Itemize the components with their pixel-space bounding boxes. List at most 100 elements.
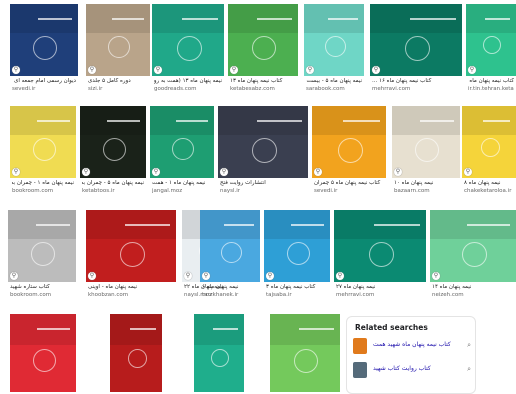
image-result[interactable]: [10, 314, 76, 392]
result-caption: نیمه پنهان ماه ۱۳ (همت به روایت همسر): [154, 78, 222, 84]
save-icon[interactable]: ⚲: [88, 66, 96, 74]
cover-title-mark: [328, 18, 358, 20]
save-icon[interactable]: ⚲: [82, 168, 90, 176]
save-icon[interactable]: ⚲: [10, 272, 18, 280]
save-icon[interactable]: ⚲: [202, 272, 210, 280]
cover-emblem: [31, 242, 55, 266]
save-icon[interactable]: ⚲: [432, 272, 440, 280]
save-icon[interactable]: ⚲: [306, 66, 314, 74]
image-result[interactable]: ⚲ دیوان رسمی امام جمعه ای ... sevedi.ir: [10, 4, 78, 100]
cover-emblem: [172, 138, 194, 160]
result-source: naysl.ir: [220, 188, 241, 194]
image-result[interactable]: ⚲ کتاب ستاره شهید bookroom.com: [8, 210, 76, 306]
result-caption: نیمه پنهان ماه ۵ - چمران به روایت: [82, 180, 144, 186]
save-icon[interactable]: ⚲: [314, 168, 322, 176]
image-result[interactable]: ⚲ نیمه پنهان ماه ۱۴ neizeh.com: [430, 210, 516, 306]
book-cover-thumbnail: [86, 4, 150, 76]
save-icon[interactable]: ⚲: [372, 66, 380, 74]
image-result[interactable]: ⚲ نیمه پنهان ماه ۱۰ bazaarn.com: [392, 106, 460, 202]
save-icon[interactable]: ⚲: [12, 66, 20, 74]
image-result[interactable]: ⚲ نیمه پنهان ماه ۱ - چمران به روایت bookro…: [10, 106, 76, 202]
related-search-text: کتاب نیمه پنهان ماه شهید همت: [373, 341, 451, 348]
image-result[interactable]: ⚲ نیمه پنهان ماه ۲۷ mehrravi.com: [334, 210, 426, 306]
cover-emblem: [211, 349, 229, 367]
result-caption: نیمه پنهان ماه ۱۴: [432, 284, 472, 290]
image-result[interactable]: ⚲ نیمه پنهان ماه ۱ - همت jangal.moz: [150, 106, 214, 202]
image-result[interactable]: ⚲ نیمه پنهان ماه ۵ - بیست و چهار ... sarab…: [304, 4, 364, 100]
result-source: mehrravi.com: [372, 86, 411, 92]
book-cover-thumbnail: [370, 4, 462, 76]
result-caption: کتاب ستاره شهید: [10, 284, 50, 290]
cover-emblem: [252, 36, 276, 60]
save-icon[interactable]: ⚲: [230, 66, 238, 74]
cover-emblem: [120, 242, 145, 267]
image-result[interactable]: ⚲ نیمه پنهان ماه ۶ tarzkhanek.ir: [200, 210, 260, 306]
result-caption: کتاب نیمه پنهان ماه ۱۳: [230, 78, 283, 84]
save-icon[interactable]: ⚲: [184, 272, 192, 280]
image-result[interactable]: [270, 314, 340, 392]
image-result[interactable]: ⚲ کتاب نیمه پنهان ماه ۱۶ ... mehrravi.com: [370, 4, 462, 100]
related-thumb-image: [353, 362, 367, 378]
image-result[interactable]: ⚲ نیمه پنهان ماه ۱۳ (همت به روایت همسر) go…: [152, 4, 224, 100]
book-cover-thumbnail: [10, 314, 76, 392]
cover-title-mark: [224, 224, 254, 226]
book-cover-thumbnail: [312, 106, 386, 178]
related-search-item[interactable]: کتاب روایت کتاب شهید ⌕: [353, 361, 471, 379]
image-result[interactable]: ⚲ انتشارات روایت فتح naysl.ir: [218, 106, 308, 202]
image-result[interactable]: ⚲ نیمه پنهان ماه ۵ - چمران به روایت ketabt…: [80, 106, 146, 202]
save-icon[interactable]: ⚲: [468, 66, 476, 74]
cover-emblem: [483, 36, 501, 54]
result-source: jangal.moz: [152, 188, 183, 194]
image-result[interactable]: ⚲ کتاب نیمه پنهان ماه ۱۴ ir.tin.tehran.ket…: [466, 4, 516, 100]
result-caption: کتاب نیمه پنهان ماه ۵ چمران: [314, 180, 381, 186]
image-result[interactable]: ⚲ کتاب نیمه پنهان ماه ۳ tajsaba.ir: [264, 210, 330, 306]
book-cover-thumbnail: [152, 4, 224, 76]
image-result[interactable]: ⚲ کتاب نیمه پنهان ماه ۱۳ ketabesabz.com: [228, 4, 298, 100]
cover-title-mark: [38, 18, 72, 20]
image-result[interactable]: [110, 314, 162, 392]
search-icon: ⌕: [467, 365, 471, 373]
book-cover-thumbnail: [86, 210, 176, 282]
cover-emblem: [415, 138, 439, 162]
save-icon[interactable]: ⚲: [88, 272, 96, 280]
image-result[interactable]: ⚲ دوره کامل ۵ جلدی sizi.ir: [86, 4, 150, 100]
book-cover-thumbnail: [150, 106, 214, 178]
save-icon[interactable]: ⚲: [220, 168, 228, 176]
save-icon[interactable]: ⚲: [266, 272, 274, 280]
result-source: bookroom.com: [12, 188, 54, 194]
search-icon: ⌕: [467, 341, 471, 349]
book-cover-thumbnail: [392, 106, 460, 178]
cover-title-mark: [37, 328, 70, 330]
save-icon[interactable]: ⚲: [336, 272, 344, 280]
cover-emblem: [33, 36, 57, 60]
cover-emblem: [103, 138, 126, 161]
cover-emblem: [252, 138, 277, 163]
save-icon[interactable]: ⚲: [12, 168, 20, 176]
result-source: goodreads.com: [154, 86, 197, 92]
result-caption: نیمه پنهان ماه ۱ - همت: [152, 180, 206, 186]
image-result[interactable]: ⚲ نیمه پنهان ماه ۸ chakeketaroloa.ir: [462, 106, 516, 202]
related-search-item[interactable]: کتاب نیمه پنهان ماه شهید همت ⌕: [353, 337, 471, 355]
cover-title-mark: [483, 120, 510, 122]
related-thumb-image: [353, 338, 367, 354]
save-icon[interactable]: ⚲: [154, 66, 162, 74]
book-cover-thumbnail: [218, 106, 308, 178]
result-source: ketabesabz.com: [230, 86, 275, 92]
image-result[interactable]: ⚲ نیمه پنهان ماه - آوینی khoobzan.com: [86, 210, 176, 306]
save-icon[interactable]: ⚲: [394, 168, 402, 176]
result-source: neizeh.com: [432, 292, 464, 298]
book-cover-thumbnail: [304, 4, 364, 76]
image-result[interactable]: ⚲ کتاب نیمه پنهان ماه ۵ چمران sevedi.ir: [312, 106, 386, 202]
image-result[interactable]: [194, 314, 244, 392]
cover-emblem: [294, 349, 318, 373]
result-source: sevedi.ir: [12, 86, 36, 92]
save-icon[interactable]: ⚲: [464, 168, 472, 176]
cover-emblem: [177, 36, 202, 61]
cover-title-mark: [257, 120, 302, 122]
save-icon[interactable]: ⚲: [152, 168, 160, 176]
cover-title-mark: [130, 328, 156, 330]
book-cover-thumbnail: [10, 4, 78, 76]
result-caption: نیمه پنهان ماه - آوینی: [88, 284, 138, 290]
result-caption: دیوان رسمی امام جمعه ای ...: [12, 78, 76, 84]
result-source: chakeketaroloa.ir: [464, 188, 512, 194]
